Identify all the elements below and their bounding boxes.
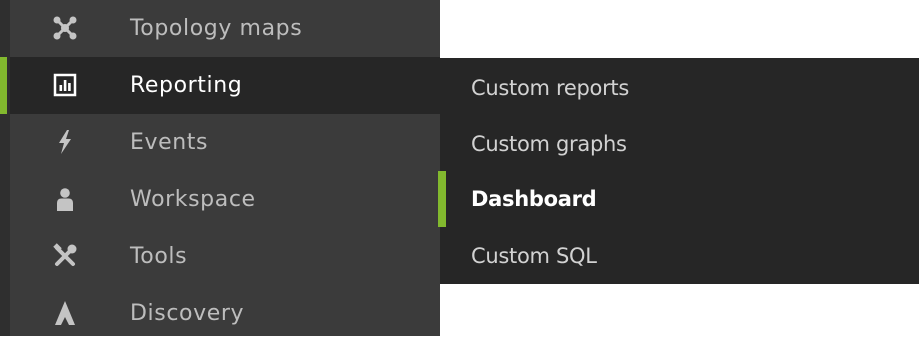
active-indicator [0,57,7,114]
tools-icon [51,242,79,270]
menu-item-workspace[interactable]: Workspace [10,171,440,228]
menu-item-label: Topology maps [130,16,303,41]
menu-item-label: Reporting [130,73,243,98]
lightning-icon [51,128,79,156]
menu-item-label: Tools [130,244,188,269]
user-icon [51,185,79,213]
selected-indicator [438,171,446,227]
discovery-icon [51,299,79,327]
main-menu: Topology maps Reporting Events Workspace… [0,0,440,336]
submenu-item-label: Custom reports [471,76,630,100]
reporting-icon [51,71,79,99]
submenu-item-custom-reports[interactable]: Custom reports [440,60,919,116]
submenu-item-label: Custom graphs [471,132,627,156]
submenu-item-label: Custom SQL [471,244,597,268]
menu-item-events[interactable]: Events [10,114,440,171]
reporting-submenu: Custom reports Custom graphs Dashboard C… [438,58,919,284]
menu-item-reporting[interactable]: Reporting [0,57,440,114]
topology-icon [51,14,79,42]
submenu-item-label: Dashboard [471,187,597,211]
menu-item-label: Events [130,130,209,155]
menu-item-label: Discovery [130,301,245,326]
menu-item-label: Workspace [130,187,256,212]
submenu-item-custom-graphs[interactable]: Custom graphs [440,116,919,172]
menu-item-discovery[interactable]: Discovery [10,285,440,342]
menu-item-topology-maps[interactable]: Topology maps [10,0,440,57]
sidebar-edge [0,0,10,336]
submenu-item-dashboard[interactable]: Dashboard [438,171,919,227]
submenu-item-custom-sql[interactable]: Custom SQL [440,228,919,284]
menu-item-tools[interactable]: Tools [10,228,440,285]
